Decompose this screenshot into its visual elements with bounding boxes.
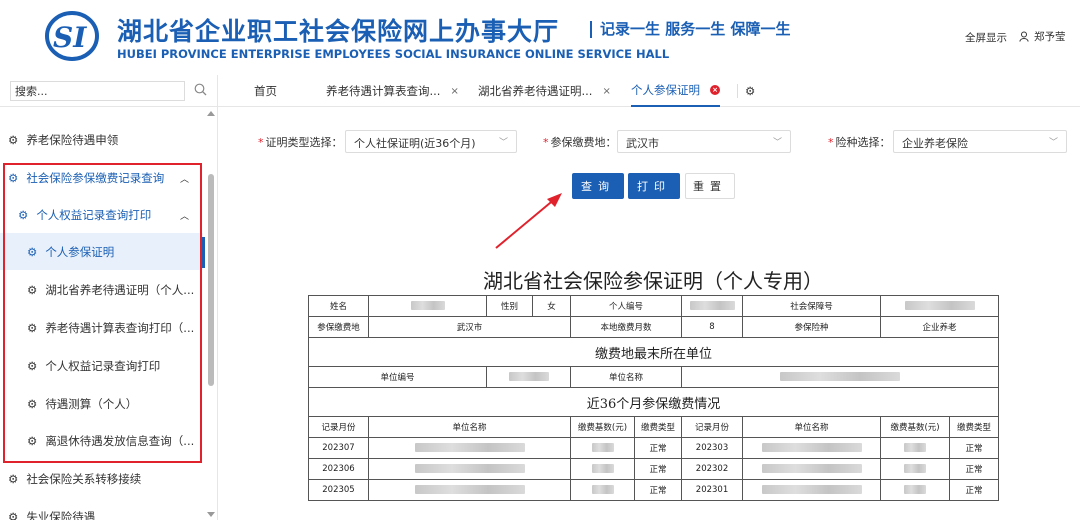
- sidebar-item-personal-cert[interactable]: ⚙ 个人参保证明: [0, 233, 203, 270]
- cert-type-select[interactable]: 个人社保证明(近36个月) ﹀: [345, 130, 517, 153]
- chevron-up-icon: ︿: [179, 212, 189, 222]
- search-icon[interactable]: [194, 83, 207, 96]
- table-row: 202305 正常 202301 正常: [308, 479, 1000, 501]
- user-icon: [1019, 31, 1029, 42]
- gear-icon: ⚙: [27, 320, 38, 335]
- chevron-up-icon: ︿: [179, 175, 189, 185]
- site-title: 湖北省企业职工社会保险网上办事大厅: [117, 17, 560, 46]
- scroll-up-icon[interactable]: [207, 111, 215, 116]
- sidebar-item-pension-calc[interactable]: ⚙ 养老待遇计算表查询打印（...: [0, 309, 203, 346]
- sidebar-item-unemployment[interactable]: ⚙ 失业保险待遇: [0, 498, 203, 520]
- sidebar-scrollbar[interactable]: [204, 107, 218, 520]
- tab-pension-cert[interactable]: 湖北省养老待遇证明... ×: [478, 75, 611, 107]
- sidebar-item-benefit-estimate[interactable]: ⚙ 待遇测算（个人）: [0, 385, 203, 422]
- user-menu[interactable]: 郑予莹: [1019, 29, 1066, 44]
- close-icon[interactable]: ×: [602, 86, 610, 97]
- gear-icon: ⚙: [27, 396, 38, 411]
- place-select[interactable]: 武汉市 ﹀: [617, 130, 791, 153]
- print-button[interactable]: 打印: [628, 173, 680, 199]
- scroll-thumb[interactable]: [208, 174, 214, 386]
- table-row: 姓名 性别 女 个人编号 社会保障号: [308, 295, 1000, 317]
- table-row: 202306 正常 202302 正常: [308, 458, 1000, 480]
- svg-text:SI: SI: [53, 21, 87, 54]
- sidebar-item-transfer[interactable]: ⚙ 社会保险关系转移接续: [0, 460, 203, 497]
- chevron-down-icon: ﹀: [1048, 138, 1058, 148]
- header: SI 湖北省企业职工社会保险网上办事大厅 HUBEI PROVINCE ENTE…: [0, 0, 1080, 75]
- scroll-down-icon[interactable]: [207, 512, 215, 517]
- sidebar-item-retirement-payment[interactable]: ⚙ 离退休待遇发放信息查询（...: [0, 422, 203, 459]
- gear-icon: ⚙: [27, 433, 38, 448]
- insurance-label: * 险种选择：: [828, 136, 891, 149]
- gear-icon: ⚙: [27, 282, 38, 297]
- gear-icon: ⚙: [8, 170, 19, 185]
- table-header-row: 记录月份 单位名称 缴费基数(元) 缴费类型 记录月份 单位名称 缴费基数(元)…: [308, 416, 1000, 438]
- slogan: 记录一生 服务一生 保障一生: [590, 21, 790, 38]
- tab-home[interactable]: 首页: [254, 75, 277, 107]
- tab-settings[interactable]: ⚙: [745, 75, 755, 107]
- certificate-table: 姓名 性别 女 个人编号 社会保障号 参保缴费地 武汉市 本地缴费月数 8 参保…: [307, 295, 1000, 501]
- gear-icon: ⚙: [18, 207, 29, 222]
- sidebar-item-rights-print[interactable]: ⚙ 个人权益记录查询打印 ︿: [0, 196, 203, 233]
- annotation-arrow: [495, 193, 562, 249]
- sidebar-item-rights-record[interactable]: ⚙ 个人权益记录查询打印: [0, 347, 203, 384]
- chevron-down-icon: ﹀: [498, 138, 508, 148]
- sidebar: ⚙养老保险待遇申领 ⚙社会保险参保缴费记录查询︿ ⚙个人权益记录查询打印︿ ⚙个…: [0, 75, 218, 520]
- table-row: 缴费地最末所在单位: [307, 337, 1000, 367]
- close-icon[interactable]: ×: [450, 86, 458, 97]
- search-input[interactable]: [10, 81, 185, 101]
- certificate-title: 湖北省社会保险参保证明（个人专用）: [483, 269, 823, 293]
- fullscreen-button[interactable]: 全屏显示: [965, 30, 1007, 45]
- user-name: 郑予莹: [1034, 31, 1066, 43]
- gear-icon: ⚙: [27, 358, 38, 373]
- si-logo-icon: SI: [45, 11, 99, 61]
- tab-divider: [737, 84, 738, 98]
- gear-icon: ⚙: [8, 471, 19, 486]
- table-row: 单位编号 单位名称: [308, 366, 1000, 388]
- table-row: 近36个月参保缴费情况: [307, 387, 1000, 417]
- gear-icon: ⚙: [27, 244, 38, 259]
- tab-pension-calc[interactable]: 养老待遇计算表查询... ×: [326, 75, 459, 107]
- sidebar-item-pension-claim[interactable]: ⚙ 养老保险待遇申领: [0, 121, 203, 158]
- query-button[interactable]: 查询: [572, 173, 624, 199]
- close-icon[interactable]: ×: [710, 85, 720, 95]
- gear-icon: ⚙: [745, 84, 756, 98]
- tab-personal-cert[interactable]: 个人参保证明 ×: [631, 75, 720, 107]
- gear-icon: ⚙: [8, 509, 19, 520]
- sidebar-item-pension-cert[interactable]: ⚙ 湖北省养老待遇证明（个人...: [0, 271, 203, 308]
- site-subtitle: HUBEI PROVINCE ENTERPRISE EMPLOYEES SOCI…: [117, 47, 670, 61]
- place-label: * 参保缴费地：: [543, 136, 617, 149]
- tab-bar: 首页 养老待遇计算表查询... × 湖北省养老待遇证明... × 个人参保证明 × ⚙: [218, 75, 1080, 107]
- cert-type-label: * 证明类型选择：: [258, 136, 343, 149]
- table-row: 参保缴费地 武汉市 本地缴费月数 8 参保险种 企业养老: [308, 316, 1000, 338]
- sidebar-item-contribution-query[interactable]: ⚙ 社会保险参保缴费记录查询 ︿: [0, 159, 203, 196]
- insurance-select[interactable]: 企业养老保险 ﹀: [893, 130, 1067, 153]
- chevron-down-icon: ﹀: [772, 138, 782, 148]
- table-row: 202307 正常 202303 正常: [308, 437, 1000, 459]
- sidebar-search: [0, 75, 218, 107]
- reset-button[interactable]: 重置: [685, 173, 735, 199]
- gear-icon: ⚙: [8, 132, 19, 147]
